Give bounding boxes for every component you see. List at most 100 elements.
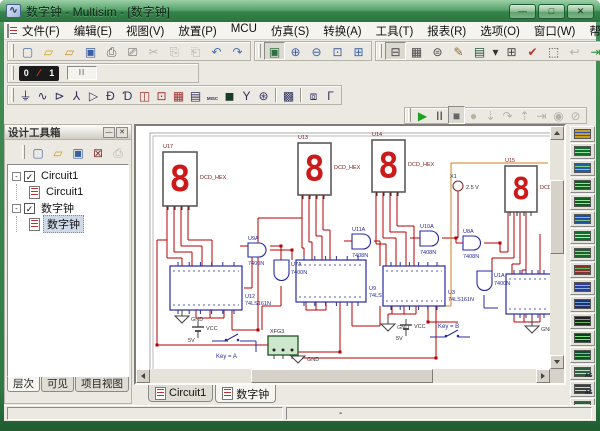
minimize-button[interactable]: — [509,4,536,19]
print-button[interactable]: ⎙ [101,42,122,60]
panel-minimize-button[interactable]: — [103,127,115,138]
place-rf-button[interactable]: Y [238,86,255,104]
undo-button[interactable]: ↶ [206,42,227,60]
toolbox-tab-2[interactable]: 项目视图 [75,377,129,392]
horizontal-scrollbar[interactable] [136,369,550,383]
toolbar-drag-handle[interactable] [258,44,261,58]
zoom-out-button[interactable]: ⊖ [306,42,327,60]
capture-screen-area-button[interactable]: ⬚ [543,42,564,60]
place-transistor-button[interactable]: ⅄ [68,86,85,104]
seven-segment-display[interactable]: 8U15DCD_HEX [505,158,550,216]
horizontal-scroll-thumb[interactable] [251,369,433,383]
toggle-breakpoint-button[interactable]: ◉ [550,106,567,124]
simulation-pause-button[interactable]: II [67,66,97,80]
place-power-button[interactable]: ▤ [187,86,204,104]
counter-ic[interactable]: U374LS161N [383,262,474,310]
agilent-function-generator-button[interactable]: AG [570,364,595,380]
pause-button[interactable]: II [431,106,448,124]
counter-ic[interactable]: U674LS161N [506,270,550,318]
paste-button[interactable]: ⎗ [185,42,206,60]
logic-gate[interactable] [352,234,371,249]
copy-button[interactable]: ⎘ [164,42,185,60]
step-into-button[interactable]: ⇣ [482,106,499,124]
place-bus-button[interactable]: Γ [322,86,339,104]
distortion-analyzer-button[interactable] [570,313,595,329]
menu-f[interactable]: 文件(F) [15,22,67,40]
agilent-multimeter-button[interactable]: AG [570,381,595,397]
new-button[interactable]: ▢ [28,143,48,161]
full-screen-button[interactable]: ▣ [264,42,285,60]
clock-source[interactable]: X12.5 V [450,174,479,191]
place-source-button[interactable]: ⏚ [17,86,34,104]
panel-close-button[interactable]: ✕ [116,127,128,138]
seven-segment-display[interactable]: 8U14DCD_HEX [372,132,435,196]
counter-ic[interactable]: U1274LS161N [170,262,271,314]
toolbar-drag-handle[interactable] [11,88,14,102]
frequency-counter-button[interactable] [570,228,595,244]
tree-checkbox[interactable]: ✓ [24,203,35,214]
place-electromechanical-button[interactable]: ⊛ [255,86,272,104]
close-button[interactable]: ✕ [567,4,594,19]
menu-mcu[interactable]: MCU [224,22,264,40]
logic-gate[interactable] [274,260,289,281]
tree-item-1[interactable]: Circuit1 [8,184,128,200]
place-diode-button[interactable]: ⊳ [51,86,68,104]
stop-button[interactable]: ■ [448,106,465,124]
place-analog-button[interactable]: ▷ [85,86,102,104]
step-out-button[interactable]: ⇡ [516,106,533,124]
tree-item-3[interactable]: 数字钟 [8,216,128,232]
cut-button[interactable]: ✂ [143,42,164,60]
toolbar-drag-handle[interactable] [11,44,14,58]
place-hierarchical-block-button[interactable]: ⧈ [305,86,322,104]
place-misc-button[interactable]: MISC [204,86,221,104]
document-tab-0[interactable]: Circuit1 [148,385,213,402]
menu-t[interactable]: 工具(T) [369,22,421,40]
maximize-button[interactable]: □ [538,4,565,19]
place-indicator-button[interactable]: ▦ [170,86,187,104]
database-manager-button[interactable]: ⊜ [427,42,448,60]
menu-s[interactable]: 仿真(S) [264,22,316,40]
key-switch[interactable]: Key = B [438,324,459,337]
function-generator-button[interactable] [570,143,595,159]
menu-p[interactable]: 放置(P) [171,22,223,40]
multimeter-button[interactable] [570,126,595,142]
document-tab-1[interactable]: 数字钟 [215,385,276,403]
zoom-page-button[interactable]: ⊡ [327,42,348,60]
function-generator-xfg[interactable]: XFG3 [268,329,298,359]
design-toolbox-titlebar[interactable]: 设计工具箱 —✕ [5,125,131,140]
menu-a[interactable]: 转换(A) [316,22,368,40]
toolbox-tab-1[interactable]: 可见 [41,377,74,392]
print-button[interactable]: ⎙ [108,143,128,161]
toolbar-drag-handle[interactable] [11,66,14,80]
vertical-scrollbar[interactable] [550,126,564,369]
toolbar-drag-handle[interactable] [408,108,411,122]
open-samples-button[interactable]: ▱ [59,42,80,60]
scroll-down-button[interactable] [550,355,564,369]
schematic-canvas[interactable]: 8U17DCD_HEX8U13DCD_HEX8U14DCD_HEX8U15DCD… [136,126,550,369]
step-over-button[interactable]: ↷ [499,106,516,124]
seven-segment-display[interactable]: 8U17DCD_HEX [163,144,227,210]
zoom-area-button[interactable]: ⊞ [348,42,369,60]
toolbar-drag-handle[interactable] [22,145,25,159]
scroll-left-button[interactable] [136,369,150,383]
electrical-rules-check-button[interactable]: ✔ [522,42,543,60]
toolbar-drag-handle[interactable] [379,44,382,58]
oscilloscope-button[interactable] [570,177,595,193]
tree-item-0[interactable]: -✓Circuit1 [8,168,128,184]
close-design-button[interactable]: ⊠ [88,143,108,161]
tree-expander-icon[interactable]: - [12,172,21,181]
save-button[interactable]: ▣ [68,143,88,161]
menu-o[interactable]: 选项(O) [473,22,527,40]
place-advanced-peripherals-button[interactable]: ◼ [221,86,238,104]
logic-gate[interactable] [477,271,492,291]
menu-h[interactable]: 帮助(H) [582,22,600,40]
iv-analyzer-button[interactable] [570,296,595,312]
place-basic-button[interactable]: ∿ [34,86,51,104]
grapher-dropdown-button[interactable]: ▾ [490,42,501,60]
tree-checkbox[interactable]: ✓ [24,171,35,182]
place-cmos-button[interactable]: Ɗ [119,86,136,104]
tree-item-2[interactable]: -✓数字钟 [8,200,128,216]
save-button[interactable]: ▣ [80,42,101,60]
place-misc-digital-button[interactable]: ◫ [136,86,153,104]
redo-button[interactable]: ↷ [227,42,248,60]
